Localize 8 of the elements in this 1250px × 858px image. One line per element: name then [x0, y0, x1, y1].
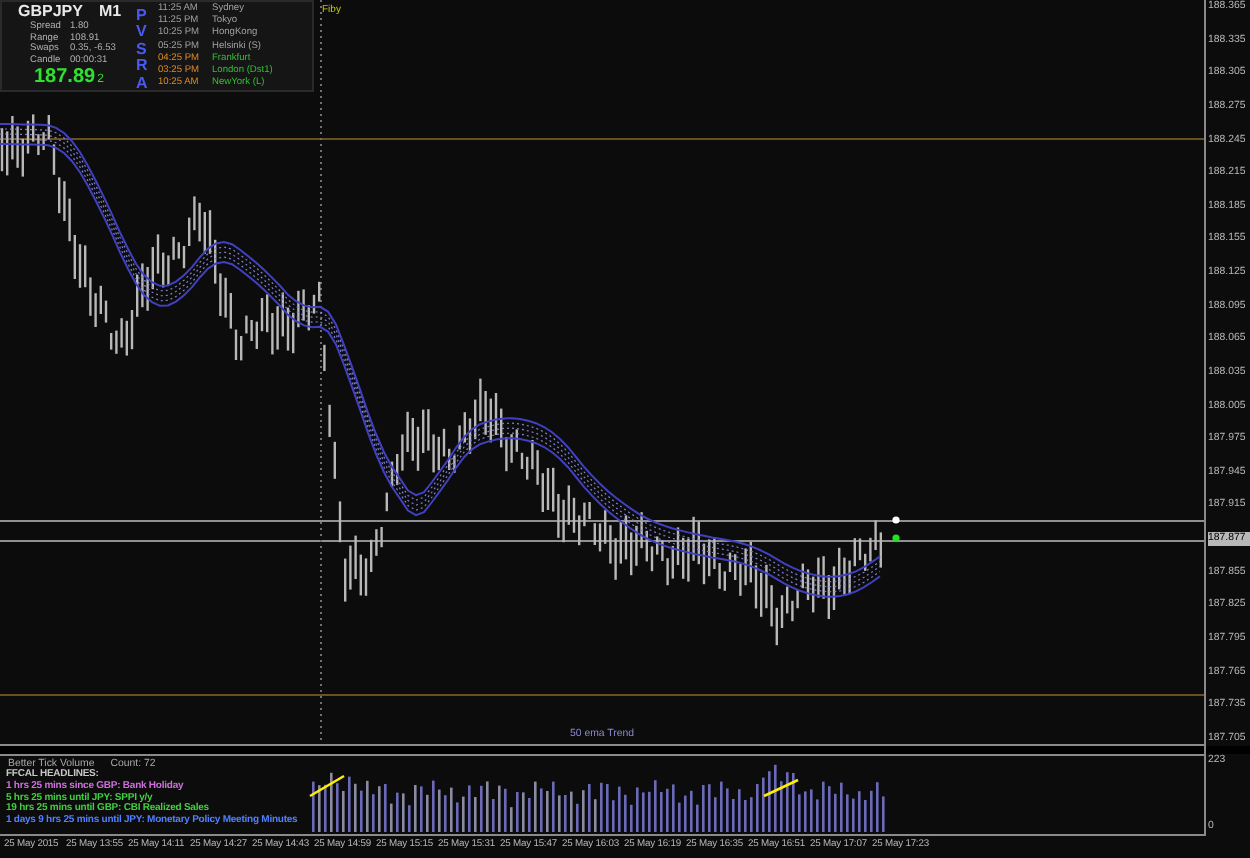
trend-line: [763, 778, 799, 798]
price-label: 187.89: [34, 66, 96, 91]
trend-line: [309, 774, 345, 798]
signal-dot: [892, 534, 900, 542]
indicator-label: PVSRA: [136, 4, 150, 90]
signal-dot: [892, 516, 900, 524]
timeframe-label: M1: [98, 2, 122, 22]
symbol-label: GBPJPY: [18, 2, 83, 21]
